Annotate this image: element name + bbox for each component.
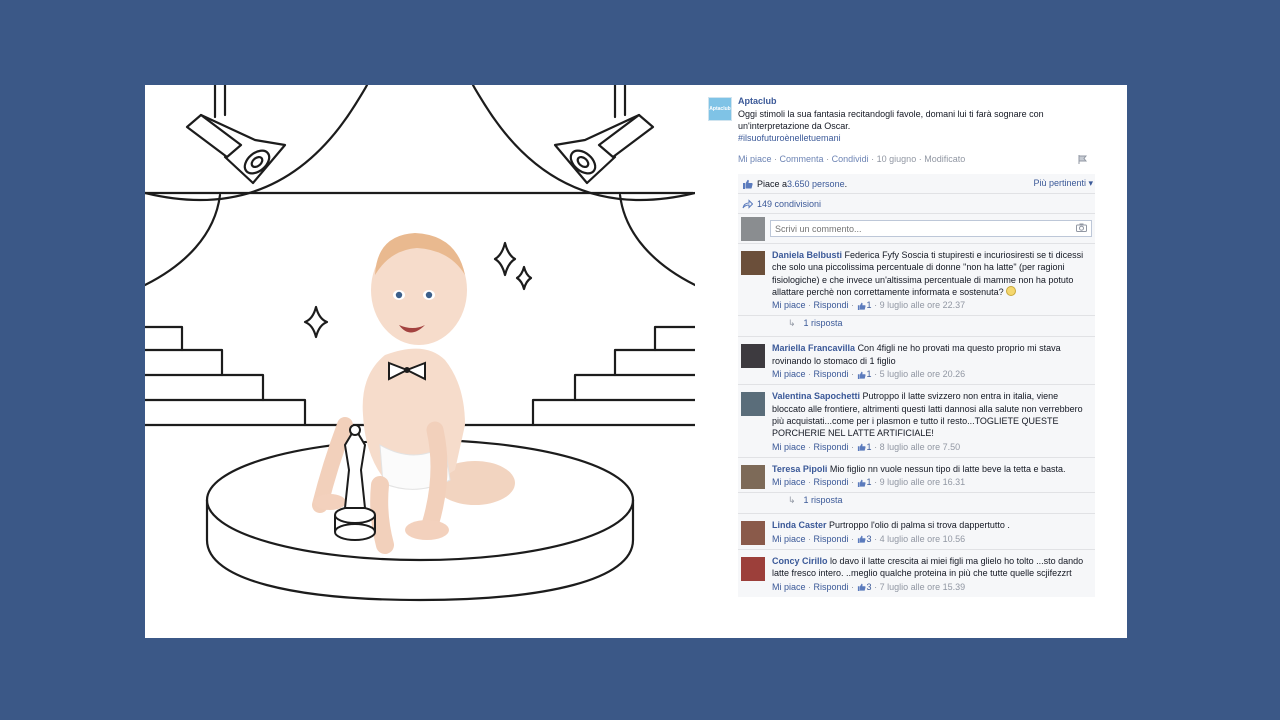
comment-meta: Mi piace · Rispondi · 3 · 4 luglio alle … xyxy=(772,533,966,544)
thumbs-up-icon xyxy=(857,302,866,310)
replies-link[interactable]: ↳ 1 risposta xyxy=(738,493,1095,515)
commenter-avatar[interactable] xyxy=(741,251,765,275)
post-photo[interactable] xyxy=(145,85,695,638)
comment-item: Daniela Belbusti Federica Fyfy Soscia ti… xyxy=(738,244,1095,317)
commenter-avatar[interactable] xyxy=(741,557,765,582)
replies-link[interactable]: ↳ 1 risposta xyxy=(738,316,1095,338)
comment-item: Linda Caster Purtroppo l'olio di palma s… xyxy=(738,514,1095,551)
comment-meta: Mi piace · Rispondi · 1 · 8 luglio alle … xyxy=(772,441,961,452)
commenter-avatar[interactable] xyxy=(741,344,765,369)
comment-author[interactable]: Concy Cirillo xyxy=(772,556,828,566)
comment-date[interactable]: 5 luglio alle ore 20.26 xyxy=(880,369,966,379)
post-actions: Mi piace · Commenta · Condividi · 10 giu… xyxy=(738,154,965,164)
comment-item: Mariella Francavilla Con 4figli ne ho pr… xyxy=(738,337,1095,386)
comment-like-link[interactable]: Mi piace xyxy=(772,300,806,310)
commenter-avatar[interactable] xyxy=(741,392,765,417)
comment-reply-link[interactable]: Rispondi xyxy=(814,300,849,310)
comment-item: Teresa Pipoli Mio figlio nn vuole nessun… xyxy=(738,458,1095,494)
page-name-link[interactable]: Aptaclub xyxy=(738,96,777,106)
comment-like-count[interactable]: 1 xyxy=(867,442,872,452)
comment-author[interactable]: Teresa Pipoli xyxy=(772,464,827,474)
share-arrow-icon xyxy=(742,198,753,209)
thumbs-up-icon xyxy=(857,479,866,487)
thumbs-up-icon xyxy=(743,179,753,189)
comment-like-count[interactable]: 1 xyxy=(867,369,872,379)
replies-count: 1 risposta xyxy=(803,318,843,329)
post-sidebar: Aptaclub Aptaclub Oggi stimoli la sua fa… xyxy=(708,95,1095,625)
separator-dot: · xyxy=(871,154,875,164)
reply-arrow-icon: ↳ xyxy=(788,495,796,506)
comment-text: Purtroppo l'olio di palma si trova dappe… xyxy=(829,520,1010,531)
post-body: Oggi stimoli la sua fantasia recitandogl… xyxy=(738,109,1044,131)
comment-like-link[interactable]: Mi piace xyxy=(772,477,806,487)
comment-like-link[interactable]: Mi piace xyxy=(772,369,806,379)
comment-author[interactable]: Mariella Francavilla xyxy=(772,343,855,353)
likes-prefix: Piace a xyxy=(757,178,788,189)
post-share-link[interactable]: Condividi xyxy=(832,154,869,164)
comment-reply-link[interactable]: Rispondi xyxy=(814,582,849,592)
thumbs-up-icon xyxy=(857,583,866,592)
comment-author[interactable]: Linda Caster xyxy=(772,520,827,530)
post-comment-link[interactable]: Commenta xyxy=(780,154,824,164)
comment-author[interactable]: Valentina Sapochetti xyxy=(772,391,860,401)
page-avatar[interactable]: Aptaclub xyxy=(708,97,732,121)
replies-count: 1 risposta xyxy=(803,495,843,506)
comment-reply-link[interactable]: Rispondi xyxy=(814,442,849,452)
stage-illustration xyxy=(145,85,695,602)
likes-suffix: . xyxy=(844,178,848,189)
post-date[interactable]: 10 giugno xyxy=(877,154,917,164)
flag-icon[interactable] xyxy=(1078,155,1087,164)
comment-date[interactable]: 9 luglio alle ore 22.37 xyxy=(880,300,966,310)
sort-dropdown[interactable]: Più pertinenti ▾ xyxy=(1033,178,1093,189)
thumbs-up-icon xyxy=(857,536,866,544)
comment-text: Mio figlio nn vuole nessun tipo di latte… xyxy=(829,463,1066,474)
comment-date[interactable]: 9 luglio alle ore 16.31 xyxy=(880,477,966,487)
likes-row: Piace a 3.650 persone . Più pertinenti ▾ xyxy=(738,174,1095,194)
comment-like-count[interactable]: 3 xyxy=(867,534,872,544)
commenter-avatar[interactable] xyxy=(741,521,765,546)
facebook-post-card: Aptaclub Aptaclub Oggi stimoli la sua fa… xyxy=(145,85,1127,638)
comment-meta: Mi piace · Rispondi · 1 · 9 luglio alle … xyxy=(772,300,966,311)
separator-dot: · xyxy=(918,154,922,164)
post-like-link[interactable]: Mi piace xyxy=(738,154,772,164)
comment-like-link[interactable]: Mi piace xyxy=(772,582,806,592)
comment-input[interactable] xyxy=(770,220,1092,237)
comment-meta: Mi piace · Rispondi · 3 · 7 luglio alle … xyxy=(772,581,966,592)
reply-arrow-icon: ↳ xyxy=(788,318,796,329)
shares-row: 149 condivisioni xyxy=(738,194,1095,214)
comment-like-count[interactable]: 1 xyxy=(867,300,872,310)
post-text: Oggi stimoli la sua fantasia recitandogl… xyxy=(738,108,1078,144)
comment-date[interactable]: 8 luglio alle ore 7.50 xyxy=(880,442,961,452)
commenter-avatar[interactable] xyxy=(741,464,765,489)
separator-dot: · xyxy=(774,154,778,164)
comment-item: Valentina Sapochetti Putroppo il latte s… xyxy=(738,385,1095,458)
shares-link[interactable]: 149 condivisioni xyxy=(757,199,821,209)
comment-like-count[interactable]: 1 xyxy=(867,477,872,487)
comment-composer xyxy=(738,214,1095,244)
comment-like-link[interactable]: Mi piace xyxy=(772,442,806,452)
thumbs-up-icon xyxy=(857,443,866,452)
likes-count-link[interactable]: 3.650 persone xyxy=(787,179,845,189)
user-avatar xyxy=(741,216,765,241)
comment-item: Concy Cirillo lo davo il latte crescita … xyxy=(738,550,1095,597)
camera-icon[interactable] xyxy=(1076,223,1087,232)
comment-like-count[interactable]: 3 xyxy=(867,582,872,592)
avatar-logo-text: Aptaclub xyxy=(709,106,731,112)
comment-like-link[interactable]: Mi piace xyxy=(772,534,806,544)
comment-date[interactable]: 7 luglio alle ore 15.39 xyxy=(880,582,966,592)
thumbs-up-icon xyxy=(857,371,866,379)
separator-dot: · xyxy=(826,154,830,164)
post-hashtag[interactable]: #ilsuofuturoènelletuemani xyxy=(738,132,1078,144)
comment-date[interactable]: 4 luglio alle ore 10.56 xyxy=(880,534,966,544)
smiley-emoji-icon xyxy=(1006,285,1017,296)
comment-reply-link[interactable]: Rispondi xyxy=(814,477,849,487)
comment-author[interactable]: Daniela Belbusti xyxy=(772,250,842,260)
comment-reply-link[interactable]: Rispondi xyxy=(814,534,849,544)
post-edited-label[interactable]: Modificato xyxy=(924,154,965,164)
comment-reply-link[interactable]: Rispondi xyxy=(814,369,849,379)
comment-meta: Mi piace · Rispondi · 1 · 9 luglio alle … xyxy=(772,477,966,488)
comment-meta: Mi piace · Rispondi · 1 · 5 luglio alle … xyxy=(772,369,966,380)
feedback-panel: Piace a 3.650 persone . Più pertinenti ▾… xyxy=(738,174,1095,597)
post-header: Aptaclub Aptaclub Oggi stimoli la sua fa… xyxy=(708,95,1095,153)
